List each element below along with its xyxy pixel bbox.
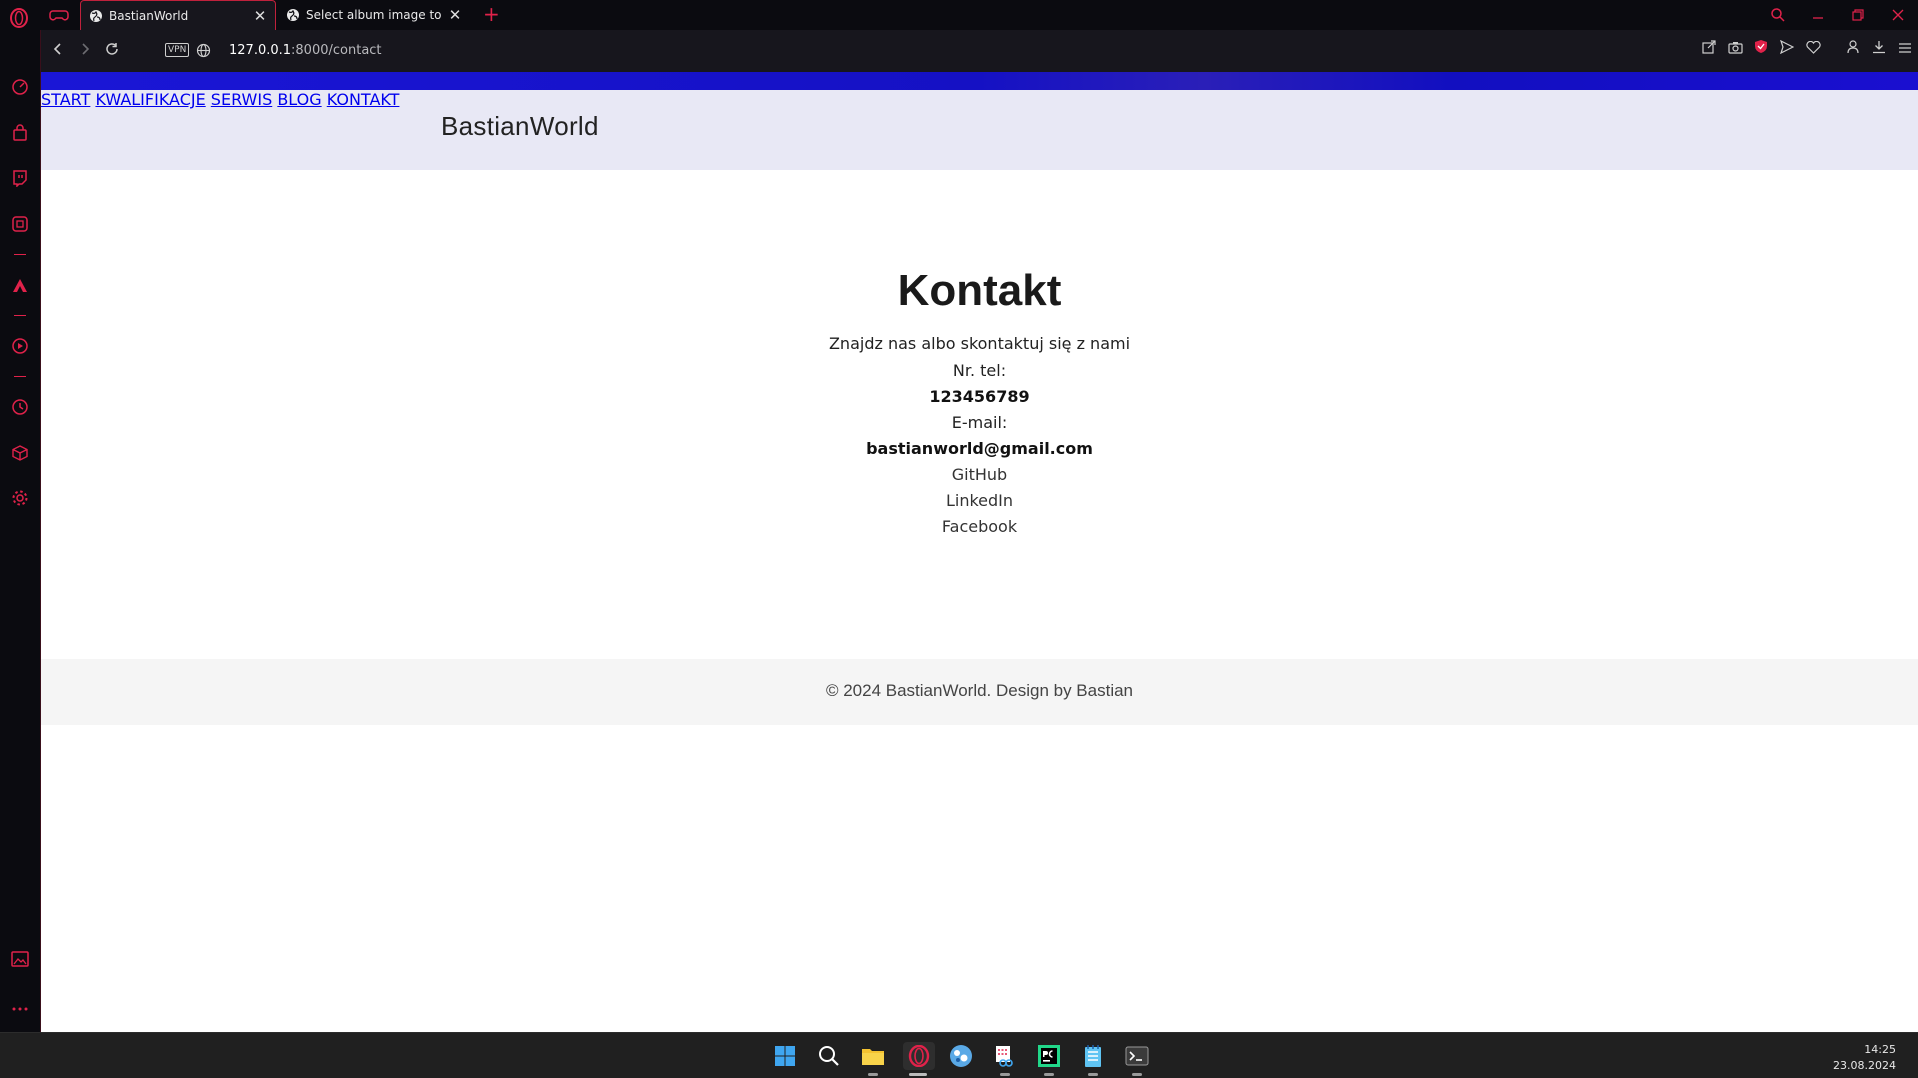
share-icon[interactable] xyxy=(1696,38,1722,62)
address-bar: VPN 127.0.0.1:8000/contact xyxy=(41,30,1918,72)
video-popout-icon[interactable] xyxy=(9,337,31,359)
page-title: Kontakt xyxy=(897,266,1062,315)
url-host: 127.0.0.1 xyxy=(229,43,292,58)
search-icon[interactable] xyxy=(815,1042,843,1070)
adblock-shield-icon[interactable] xyxy=(1748,38,1774,62)
phone-label: Nr. tel: xyxy=(952,361,1007,380)
running-indicator xyxy=(1132,1073,1142,1076)
url-path: :8000/contact xyxy=(291,43,382,58)
terminal-icon[interactable] xyxy=(1123,1042,1151,1070)
sidebar-divider xyxy=(14,315,26,316)
nav-link-kwalifikacje[interactable]: KWALIFIKACJE xyxy=(95,90,205,109)
running-indicator xyxy=(1044,1073,1054,1076)
linkedin-link[interactable]: LinkedIn xyxy=(946,491,1013,510)
reload-icon[interactable] xyxy=(101,40,123,62)
vpn-badge[interactable]: VPN xyxy=(165,43,190,57)
toolbar-icons xyxy=(1696,38,1918,62)
github-link[interactable]: GitHub xyxy=(952,465,1007,484)
phone-value: 123456789 xyxy=(929,387,1030,406)
clock-date: 23.08.2024 xyxy=(1833,1059,1896,1072)
tab-title: BastianWorld xyxy=(109,8,189,23)
sidebar-divider xyxy=(14,254,26,255)
running-indicator xyxy=(1000,1073,1010,1076)
nav-link-blog[interactable]: BLOG xyxy=(277,90,321,109)
twitch-icon[interactable] xyxy=(9,169,31,191)
opera-logo-icon[interactable] xyxy=(8,7,30,29)
minimize-button[interactable] xyxy=(1798,0,1838,30)
forward-icon[interactable] xyxy=(74,40,96,62)
sidebar-divider xyxy=(14,376,26,377)
taskbar: 14:25 23.08.2024 xyxy=(0,1032,1918,1078)
email-label: E-mail: xyxy=(951,413,1008,432)
running-indicator xyxy=(1088,1073,1098,1076)
start-icon[interactable] xyxy=(771,1042,799,1070)
site-brand-link[interactable]: BastianWorld xyxy=(441,111,599,142)
linkedin-row: LinkedIn xyxy=(41,491,1918,510)
top-banner-strip xyxy=(41,72,1918,90)
tab-bastianworld[interactable]: BastianWorld ✕ xyxy=(80,0,276,30)
opera-icon[interactable] xyxy=(903,1042,935,1070)
close-tab-icon[interactable]: ✕ xyxy=(253,8,267,23)
file-explorer-icon[interactable] xyxy=(859,1042,887,1070)
facebook-link[interactable]: Facebook xyxy=(942,517,1017,536)
nav-link-start[interactable]: START xyxy=(41,90,90,109)
clock-time: 14:25 xyxy=(1864,1043,1896,1056)
close-tab-icon[interactable]: ✕ xyxy=(448,8,462,23)
browser-sidebar xyxy=(0,30,41,1032)
restore-button[interactable] xyxy=(1838,0,1878,30)
settings-gear-icon[interactable] xyxy=(9,489,31,511)
profile-icon[interactable] xyxy=(1840,38,1866,62)
heart-icon[interactable] xyxy=(1800,38,1826,62)
aria-icon[interactable] xyxy=(9,276,31,298)
window-controls xyxy=(1758,0,1918,30)
url-field[interactable]: 127.0.0.1:8000/contact xyxy=(229,43,382,58)
more-options-icon[interactable] xyxy=(9,995,31,1017)
facebook-row: Facebook xyxy=(41,517,1918,536)
globe-icon xyxy=(90,9,102,22)
pycharm-icon[interactable] xyxy=(1035,1042,1063,1070)
gamepad-icon[interactable] xyxy=(49,7,69,23)
tab-title: Select album image to cha xyxy=(306,8,442,22)
back-icon[interactable] xyxy=(47,40,69,62)
send-icon[interactable] xyxy=(1774,38,1800,62)
github-row: GitHub xyxy=(41,465,1918,484)
close-window-button[interactable] xyxy=(1878,0,1918,30)
extensions-cube-icon[interactable] xyxy=(9,444,31,466)
notepad-icon[interactable] xyxy=(1079,1042,1107,1070)
site-header: BastianWorld START KWALIFIKACJE SERWIS B… xyxy=(41,90,1918,170)
active-indicator xyxy=(909,1073,927,1076)
snipping-tool-icon[interactable] xyxy=(991,1042,1019,1070)
running-indicator xyxy=(868,1073,878,1076)
site-footer: © 2024 BastianWorld. Design by Bastian xyxy=(41,659,1918,725)
new-tab-button[interactable]: + xyxy=(483,2,500,26)
globe-icon xyxy=(287,9,299,21)
page-viewport: BastianWorld START KWALIFIKACJE SERWIS B… xyxy=(41,72,1918,1032)
easy-setup-menu-icon[interactable] xyxy=(1892,38,1918,62)
browser-tab-bar: BastianWorld ✕ Select album image to cha… xyxy=(0,0,1918,30)
speed-dial-icon[interactable] xyxy=(9,78,31,100)
search-tabs-icon[interactable] xyxy=(1758,0,1798,30)
history-icon[interactable] xyxy=(9,398,31,420)
download-icon[interactable] xyxy=(1866,38,1892,62)
tab-select-album[interactable]: Select album image to cha ✕ xyxy=(278,0,470,30)
site-info-icon[interactable] xyxy=(196,43,211,58)
wallpaper-image-icon[interactable] xyxy=(9,951,31,973)
shopping-bag-icon[interactable] xyxy=(9,124,31,146)
player-icon[interactable] xyxy=(9,215,31,237)
contact-intro: Znajdz nas albo skontaktuj się z nami xyxy=(828,334,1131,353)
nav-link-serwis[interactable]: SERWIS xyxy=(211,90,272,109)
email-value: bastianworld@gmail.com xyxy=(866,439,1093,458)
app-icon[interactable] xyxy=(947,1042,975,1070)
nav-link-kontakt[interactable]: KONTAKT xyxy=(327,90,400,109)
camera-icon[interactable] xyxy=(1722,38,1748,62)
footer-copyright: © 2024 BastianWorld. Design by Bastian xyxy=(825,681,1134,700)
system-clock[interactable]: 14:25 23.08.2024 xyxy=(1833,1042,1896,1074)
